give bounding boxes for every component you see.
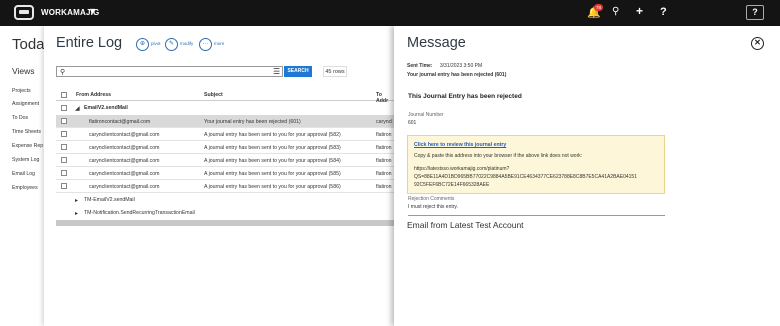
group-row-emailv2[interactable]: ◢ EmailV2.sendMail [56,102,394,115]
message-subject: Your journal entry has been rejected (60… [407,72,507,78]
table-row[interactable]: carynclientcontact@gmail.com A journal e… [56,167,394,180]
nav-item-employees[interactable]: Employees [12,185,38,191]
cell-subject: A journal entry has been sent to you for… [204,145,341,151]
nav-item-system-log[interactable]: System Log [12,157,39,163]
pivot-label[interactable]: pivot [151,41,161,46]
table-row[interactable]: carynclientcontact@gmail.com A journal e… [56,141,394,154]
search-icon: ⚲ [60,69,66,76]
rejection-comments-label: Rejection Comments [408,196,455,202]
horizontal-scrollbar[interactable] [56,220,394,226]
entire-log-panel: Entire Log ⊕ pivot ✎ modify ··· more ⚲ ☰… [44,26,394,326]
app-logo-icon[interactable] [14,5,34,20]
row-checkbox[interactable] [61,144,67,150]
chevron-down-icon[interactable]: ▼ [88,6,97,16]
cell-to: flatiron [376,158,392,164]
sent-time-value: 3/31/2023 3:50 PM [439,63,483,69]
divider [408,215,665,216]
grid-header: From Address Subject To Addr [56,89,394,104]
column-header-from[interactable]: From Address [76,92,111,98]
hamburger-menu-icon[interactable]: ☰ [273,66,280,77]
help-box-button[interactable]: ? [746,5,764,20]
cell-from: carynclientcontact@gmail.com [89,145,160,151]
search-input[interactable]: ⚲ [56,66,283,77]
collapse-triangle-icon[interactable]: ◢ [75,105,80,112]
table-row[interactable]: carynclientcontact@gmail.com A journal e… [56,128,394,141]
cell-from: carynclientcontact@gmail.com [89,171,160,177]
cell-subject: A journal entry has been sent to you for… [204,171,341,177]
pencil-icon[interactable]: ✎ [165,38,178,51]
nav-item-timesheets[interactable]: Time Sheets [12,129,41,135]
more-label[interactable]: more [214,41,224,46]
views-heading: Views [12,66,35,76]
page-title: Toda [12,36,45,53]
group-label: EmailV2.sendMail [84,105,128,111]
cell-from: carynclientcontact@gmail.com [89,158,160,164]
journal-number-value: 601 [408,120,417,126]
message-panel: Message ✕ Sent Time: 3/31/2023 3:50 PM Y… [394,26,780,326]
cell-to: flatiron [376,145,392,151]
group-label: TM-EmailV2.sendMail [84,197,135,203]
expand-triangle-icon[interactable]: ▸ [75,210,78,217]
copy-instruction: Copy & paste this address into your brow… [414,153,583,159]
notification-badge: 78 [594,4,603,11]
row-checkbox[interactable] [61,170,67,176]
help-icon[interactable]: ? [660,6,667,18]
journal-number-label: Journal Number [408,112,444,118]
column-header-subject[interactable]: Subject [204,92,223,98]
row-count-badge: 45 rows [323,66,347,77]
group-checkbox[interactable] [61,105,67,111]
review-journal-link[interactable]: Click here to review this journal entry [414,142,506,148]
cell-subject: Your journal entry has been rejected (60… [204,119,301,125]
cell-to: caryncl [376,119,393,125]
row-checkbox[interactable] [61,118,67,124]
search-button[interactable]: SEARCH [284,66,312,77]
rejection-comments-value: I must reject this entry. [408,204,458,210]
expand-triangle-icon[interactable]: ▸ [75,197,78,204]
search-icon[interactable]: ⚲ [612,6,619,17]
table-row[interactable]: flatironcontact@gmail.com Your journal e… [56,115,394,128]
cell-from: flatironcontact@gmail.com [89,119,151,125]
select-all-checkbox[interactable] [61,92,67,98]
table-row[interactable]: carynclientcontact@gmail.com A journal e… [56,180,394,193]
cell-to: flatiron [376,132,392,138]
nav-item-todos[interactable]: To Dos [12,115,28,121]
email-heading: This Journal Entry has been rejected [408,93,522,100]
url-line: QS=88E11A4D1BD965BB77022C9884A5BE91CE463… [414,174,637,180]
modify-label[interactable]: modify [180,41,193,46]
cell-to: flatiron [376,171,392,177]
cell-subject: A journal entry has been sent to you for… [204,158,341,164]
row-checkbox[interactable] [61,157,67,163]
group-row-tm-emailv2[interactable]: ▸ TM-EmailV2.sendMail [56,194,394,207]
cell-from: carynclientcontact@gmail.com [89,184,160,190]
more-icon[interactable]: ··· [199,38,212,51]
background-page: Toda Views Projects Assignment To Dos Ti… [0,26,45,326]
url-line: https://latestsso.workamajig.com/platinu… [414,166,510,172]
pivot-icon[interactable]: ⊕ [136,38,149,51]
log-title: Entire Log [56,35,123,51]
nav-item-assignments[interactable]: Assignment [12,101,39,107]
nav-item-email-log[interactable]: Email Log [12,171,35,177]
nav-item-expense-reports[interactable]: Expense Rep [12,143,43,149]
cell-subject: A journal entry has been sent to you for… [204,184,341,190]
top-bar: WORKAMAJIG ▼ 🔔 78 ⚲ + ? ? [0,0,780,26]
sent-time-row: Sent Time: 3/31/2023 3:50 PM [407,63,482,69]
cell-from: carynclientcontact@gmail.com [89,132,160,138]
sent-time-label: Sent Time: [407,63,433,69]
row-checkbox[interactable] [61,131,67,137]
table-row[interactable]: carynclientcontact@gmail.com A journal e… [56,154,394,167]
message-title: Message [407,35,466,51]
plus-icon[interactable]: + [636,4,643,18]
nav-item-projects[interactable]: Projects [12,88,31,94]
row-checkbox[interactable] [61,183,67,189]
close-icon[interactable]: ✕ [751,37,764,50]
url-line: 92C5FEF6BC72E14F665328AEE [414,182,490,188]
group-label: TM-Notification.SendRecurringTransaction… [84,210,195,216]
cell-subject: A journal entry has been sent to you for… [204,132,341,138]
cell-to: flatiron [376,184,392,190]
review-notice-box: Click here to review this journal entry … [407,135,665,194]
group-row-tm-notification[interactable]: ▸ TM-Notification.SendRecurringTransacti… [56,207,394,220]
email-footer: Email from Latest Test Account [407,220,524,230]
